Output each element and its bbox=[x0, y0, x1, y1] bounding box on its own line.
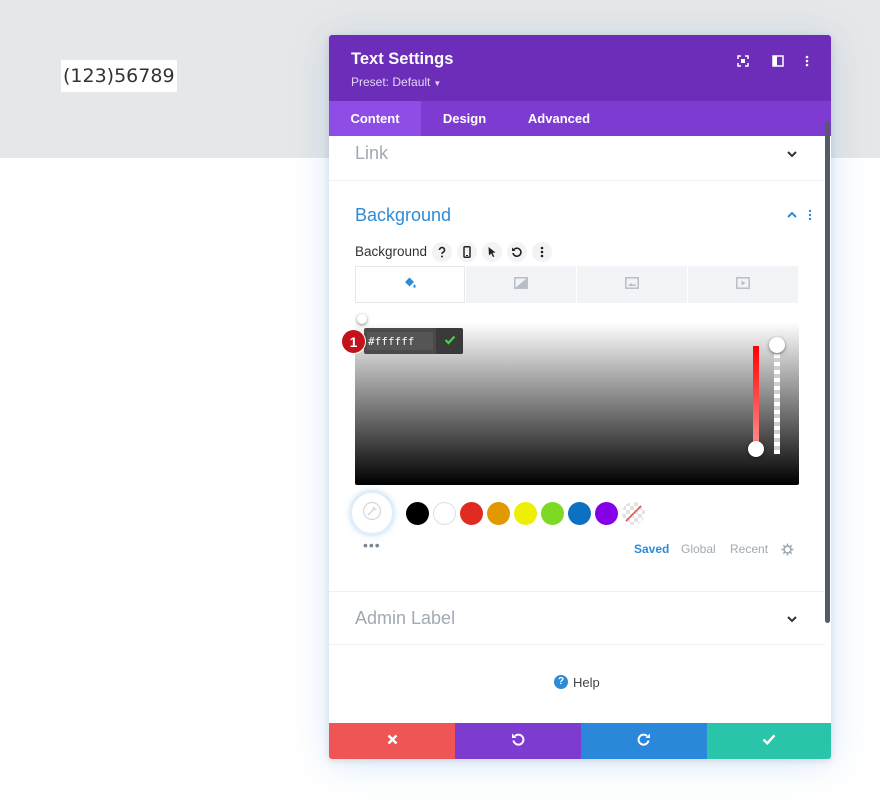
redo-icon bbox=[637, 732, 651, 751]
eyedropper-icon bbox=[362, 501, 382, 526]
preset-label: Preset: Default bbox=[351, 75, 430, 89]
chevron-up-icon[interactable] bbox=[785, 208, 799, 222]
divider bbox=[329, 591, 825, 592]
text-settings-modal: Text Settings Preset: Default▼ Content D… bbox=[329, 35, 831, 759]
tab-design[interactable]: Design bbox=[421, 101, 508, 136]
tab-content[interactable]: Content bbox=[329, 101, 421, 136]
background-video-tab[interactable] bbox=[688, 266, 798, 303]
admin-label-section-title[interactable]: Admin Label bbox=[355, 608, 455, 629]
swatch-transparent[interactable] bbox=[622, 502, 645, 525]
palette-settings-gear-icon[interactable] bbox=[781, 543, 794, 561]
chevron-down-icon[interactable] bbox=[785, 147, 799, 161]
check-icon bbox=[762, 732, 776, 750]
undo-icon bbox=[511, 732, 525, 751]
hover-cursor-icon[interactable] bbox=[482, 242, 502, 262]
current-color-swatch[interactable] bbox=[352, 493, 392, 533]
more-vertical-icon[interactable] bbox=[798, 52, 816, 70]
color-swatch[interactable] bbox=[433, 502, 456, 525]
background-image-tab[interactable] bbox=[577, 266, 687, 303]
background-gradient-tab[interactable] bbox=[466, 266, 576, 303]
divider bbox=[329, 644, 825, 645]
modal-footer bbox=[329, 723, 831, 759]
modal-header: Text Settings Preset: Default▼ bbox=[329, 35, 831, 101]
background-section-title[interactable]: Background bbox=[355, 205, 451, 226]
divider bbox=[329, 180, 825, 181]
color-fill-icon bbox=[403, 275, 417, 294]
reset-icon[interactable] bbox=[507, 242, 527, 262]
chevron-down-icon[interactable] bbox=[785, 612, 799, 626]
color-swatch[interactable] bbox=[514, 502, 537, 525]
hex-input-box bbox=[364, 328, 463, 354]
hex-color-input[interactable] bbox=[367, 332, 433, 350]
redo-button[interactable] bbox=[581, 723, 707, 759]
settings-tabs: Content Design Advanced bbox=[329, 101, 831, 136]
cancel-button[interactable] bbox=[329, 723, 455, 759]
undo-button[interactable] bbox=[455, 723, 581, 759]
link-section-title[interactable]: Link bbox=[355, 143, 388, 164]
mobile-icon[interactable] bbox=[457, 242, 477, 262]
preset-selector[interactable]: Preset: Default▼ bbox=[351, 75, 441, 89]
color-swatch[interactable] bbox=[487, 502, 510, 525]
color-picker-handle[interactable] bbox=[357, 314, 367, 324]
image-icon bbox=[625, 276, 639, 294]
color-swatch[interactable] bbox=[595, 502, 618, 525]
color-swatch[interactable] bbox=[406, 502, 429, 525]
field-more-icon[interactable] bbox=[532, 242, 552, 262]
section-more-icon[interactable] bbox=[808, 208, 814, 222]
palette-tab-recent[interactable]: Recent bbox=[730, 542, 768, 556]
hue-slider[interactable] bbox=[753, 346, 759, 454]
hue-slider-handle[interactable] bbox=[748, 441, 764, 457]
video-icon bbox=[736, 276, 750, 294]
check-icon bbox=[444, 332, 456, 350]
palette-tab-saved[interactable]: Saved bbox=[634, 542, 669, 556]
expand-icon[interactable] bbox=[734, 52, 752, 70]
save-button[interactable] bbox=[707, 723, 831, 759]
sidebar-layout-icon[interactable] bbox=[769, 52, 787, 70]
opacity-slider[interactable] bbox=[774, 346, 780, 454]
opacity-slider-handle[interactable] bbox=[769, 337, 785, 353]
settings-body: Link Background Background bbox=[329, 136, 831, 723]
gradient-icon bbox=[514, 276, 528, 294]
scrollbar[interactable] bbox=[825, 121, 830, 623]
background-field-label: Background bbox=[355, 244, 427, 259]
help-label: Help bbox=[573, 675, 600, 690]
color-swatch[interactable] bbox=[541, 502, 564, 525]
modal-title: Text Settings bbox=[351, 50, 453, 69]
tab-advanced[interactable]: Advanced bbox=[508, 101, 610, 136]
help-icon[interactable] bbox=[432, 242, 452, 262]
background-color-tab[interactable] bbox=[355, 266, 465, 303]
color-swatch[interactable] bbox=[460, 502, 483, 525]
phone-number-text[interactable]: (123)56789 bbox=[61, 60, 177, 92]
more-options-dots[interactable]: ••• bbox=[363, 537, 381, 553]
help-link[interactable]: ? Help bbox=[554, 673, 600, 691]
help-circle-icon: ? bbox=[554, 675, 568, 689]
step-badge: 1 bbox=[341, 329, 366, 354]
close-icon bbox=[387, 732, 398, 750]
hex-confirm-button[interactable] bbox=[436, 328, 463, 354]
color-swatch[interactable] bbox=[568, 502, 591, 525]
palette-tab-global[interactable]: Global bbox=[681, 542, 716, 556]
caret-down-icon: ▼ bbox=[433, 79, 441, 88]
